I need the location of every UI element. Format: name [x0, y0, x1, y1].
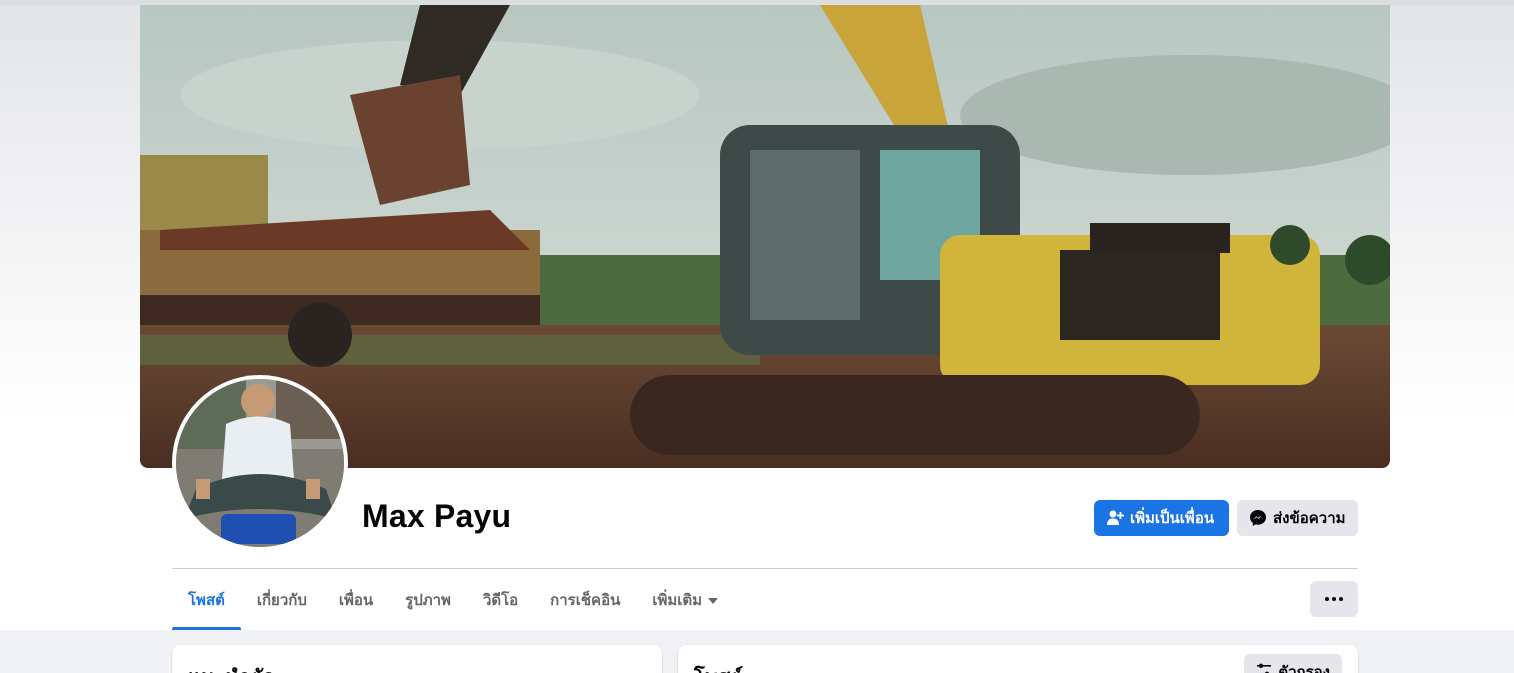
profile-tabs: โพสต์ เกี่ยวกับ เพื่อน รูปภาพ วิดีโอ การ…	[172, 570, 734, 630]
more-dots-icon	[1325, 597, 1329, 601]
send-message-label: ส่งข้อความ	[1273, 510, 1346, 527]
filter-button[interactable]: ตัวกรอง	[1244, 654, 1342, 673]
send-message-button[interactable]: ส่งข้อความ	[1237, 500, 1358, 536]
cover-photo[interactable]	[140, 5, 1390, 468]
tab-label: วิดีโอ	[482, 592, 519, 609]
tab-friends[interactable]: เพื่อน	[323, 570, 389, 630]
tab-label: เพื่อน	[338, 592, 374, 609]
filter-label: ตัวกรอง	[1278, 664, 1330, 673]
add-friend-label: เพิ่มเป็นเพื่อน	[1130, 510, 1215, 527]
profile-name: Max Payu	[362, 498, 512, 534]
person-plus-icon	[1106, 509, 1124, 527]
posts-card: โพสต์ ตัวกรอง	[678, 645, 1358, 673]
caret-down-icon	[708, 598, 719, 604]
tab-posts[interactable]: โพสต์	[172, 570, 241, 630]
more-options-button[interactable]	[1310, 581, 1358, 617]
tab-photos[interactable]: รูปภาพ	[389, 570, 467, 630]
profile-picture-frame[interactable]	[172, 375, 348, 551]
intro-card: แนะนำตัว	[172, 645, 662, 673]
add-friend-button[interactable]: เพิ่มเป็นเพื่อน	[1094, 500, 1229, 536]
tab-label: โพสต์	[188, 592, 225, 609]
posts-title: โพสต์	[694, 661, 743, 673]
tab-videos[interactable]: วิดีโอ	[467, 570, 534, 630]
tab-label: รูปภาพ	[405, 592, 451, 609]
more-dots-icon	[1332, 597, 1336, 601]
intro-title: แนะนำตัว	[188, 661, 274, 673]
profile-picture	[176, 379, 344, 547]
tab-about[interactable]: เกี่ยวกับ	[241, 570, 323, 630]
more-dots-icon	[1339, 597, 1343, 601]
tab-more[interactable]: เพิ่มเติม	[636, 570, 734, 630]
cover-photo-image	[140, 5, 1390, 468]
tab-label: เพิ่มเติม	[652, 592, 703, 609]
header-divider	[172, 568, 1358, 569]
tab-label: เกี่ยวกับ	[256, 592, 307, 609]
tab-check-ins[interactable]: การเช็คอิน	[534, 570, 636, 630]
filter-sliders-icon	[1256, 662, 1272, 673]
messenger-icon	[1249, 509, 1267, 527]
tab-label: การเช็คอิน	[550, 592, 621, 609]
